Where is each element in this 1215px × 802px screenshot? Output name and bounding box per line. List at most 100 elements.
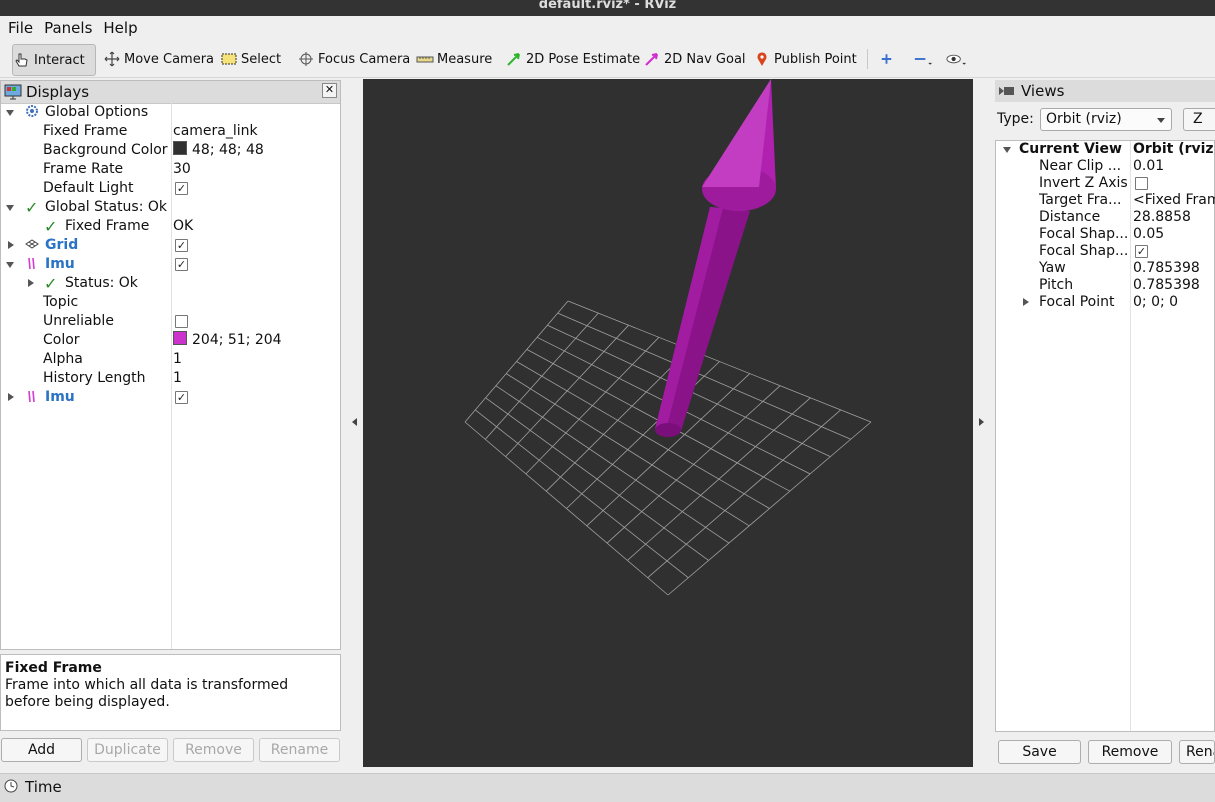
- measure-tool-button[interactable]: Measure: [416, 44, 492, 74]
- focus-camera-tool-button[interactable]: Focus Camera: [297, 44, 410, 74]
- add-display-button[interactable]: Add: [1, 738, 82, 762]
- history-length-value[interactable]: 1: [173, 369, 182, 388]
- tree-row-current-view[interactable]: Current View Orbit (rviz): [996, 141, 1215, 158]
- background-color-text: 48; 48; 48: [192, 142, 264, 158]
- select-tool-button[interactable]: Select: [220, 44, 281, 74]
- tree-row-distance[interactable]: Distance 28.8858: [996, 209, 1214, 226]
- color-value[interactable]: 204; 51; 204: [173, 331, 282, 350]
- unreliable-checkbox[interactable]: [175, 315, 188, 328]
- expand-arrow-icon[interactable]: [6, 110, 14, 116]
- plus-icon: [881, 54, 892, 64]
- alpha-value[interactable]: 1: [173, 350, 182, 369]
- tree-row-imu-status[interactable]: ✓ Status: Ok: [1, 274, 340, 293]
- tree-row-imu-2[interactable]: Imu ✓: [1, 388, 340, 407]
- remove-tool-button[interactable]: [912, 44, 936, 74]
- tree-row-alpha[interactable]: Alpha 1: [1, 350, 340, 369]
- distance-value[interactable]: 28.8858: [1133, 209, 1191, 226]
- tree-row-global-options[interactable]: Global Options: [1, 103, 340, 122]
- move-camera-label: Move Camera: [124, 51, 215, 67]
- duplicate-display-button[interactable]: Duplicate: [87, 738, 168, 762]
- publish-point-tool-button[interactable]: Publish Point: [753, 44, 857, 74]
- focal-shape-fixed-checkbox[interactable]: ✓: [1135, 245, 1148, 258]
- focal-point-label: Focal Point: [1039, 294, 1115, 310]
- tree-row-focal-shape-fixed[interactable]: Focal Shap... ✓: [996, 243, 1214, 260]
- tree-row-history-length[interactable]: History Length 1: [1, 369, 340, 388]
- rename-view-button[interactable]: Rename: [1179, 740, 1215, 764]
- tree-row-target-frame[interactable]: Target Fra... <Fixed Frame>: [996, 192, 1215, 209]
- pose-estimate-tool-button[interactable]: 2D Pose Estimate: [505, 44, 640, 74]
- tree-row-grid[interactable]: Grid ✓: [1, 236, 340, 255]
- close-panel-icon[interactable]: ✕: [322, 83, 337, 98]
- tree-row-topic[interactable]: Topic: [1, 293, 340, 312]
- near-clip-label: Near Clip ...: [1039, 158, 1122, 174]
- menu-file[interactable]: File: [8, 16, 33, 40]
- focal-shape-size-value[interactable]: 0.05: [1133, 226, 1164, 243]
- expand-arrow-icon[interactable]: [1003, 147, 1011, 153]
- tree-row-near-clip[interactable]: Near Clip ... 0.01: [996, 158, 1214, 175]
- render-viewport[interactable]: [363, 79, 973, 767]
- invert-z-checkbox[interactable]: [1135, 177, 1148, 190]
- menu-panels[interactable]: Panels: [44, 16, 92, 40]
- chevron-down-icon: [1157, 118, 1165, 123]
- default-light-checkbox[interactable]: ✓: [175, 182, 188, 195]
- add-tool-button[interactable]: [878, 44, 898, 74]
- fixed-frame-value[interactable]: camera_link: [173, 122, 258, 141]
- focal-point-value[interactable]: 0; 0; 0: [1133, 294, 1178, 311]
- alpha-label: Alpha: [43, 351, 83, 367]
- tree-row-default-light[interactable]: Default Light ✓: [1, 179, 340, 198]
- remove-view-button[interactable]: Remove: [1088, 740, 1172, 764]
- target-frame-value[interactable]: <Fixed Frame>: [1133, 192, 1215, 209]
- imu-2-checkbox[interactable]: ✓: [175, 391, 188, 404]
- focal-shape-fixed-label: Focal Shap...: [1039, 243, 1129, 259]
- remove-display-button[interactable]: Remove: [173, 738, 254, 762]
- tree-row-focal-point[interactable]: Focal Point 0; 0; 0: [996, 294, 1214, 311]
- time-label: Time: [25, 778, 62, 796]
- hand-pointer-icon: [15, 53, 28, 67]
- tree-row-focal-shape-size[interactable]: Focal Shap... 0.05: [996, 226, 1214, 243]
- collapse-arrow-icon[interactable]: [8, 393, 14, 401]
- pose-estimate-label: 2D Pose Estimate: [526, 51, 641, 67]
- collapse-left-arrow-icon[interactable]: [352, 418, 357, 426]
- save-view-button[interactable]: Save: [998, 740, 1081, 764]
- expand-arrow-icon[interactable]: [6, 262, 14, 268]
- select-label: Select: [241, 51, 282, 67]
- tree-row-global-status[interactable]: ✓ Global Status: Ok: [1, 198, 340, 217]
- imu-checkbox[interactable]: ✓: [175, 258, 188, 271]
- tree-row-unreliable[interactable]: Unreliable: [1, 312, 340, 331]
- imu-2-label: Imu: [45, 389, 75, 405]
- tree-row-yaw[interactable]: Yaw 0.785398: [996, 260, 1214, 277]
- expand-arrow-icon[interactable]: [6, 205, 14, 211]
- frame-rate-value[interactable]: 30: [173, 160, 191, 179]
- collapse-arrow-icon[interactable]: [1023, 298, 1029, 306]
- zero-button[interactable]: Z: [1183, 108, 1215, 131]
- nav-goal-tool-button[interactable]: 2D Nav Goal: [643, 44, 746, 74]
- grid-label: Grid: [45, 237, 79, 253]
- panels-visibility-button[interactable]: [945, 44, 971, 74]
- color-swatch: [173, 141, 187, 155]
- menu-help[interactable]: Help: [103, 16, 137, 40]
- tree-row-background-color[interactable]: Background Color 48; 48; 48: [1, 141, 340, 160]
- pitch-value[interactable]: 0.785398: [1133, 277, 1200, 294]
- grid-checkbox[interactable]: ✓: [175, 239, 188, 252]
- fixed-frame-label: Fixed Frame: [43, 123, 128, 139]
- rename-display-button[interactable]: Rename: [259, 738, 340, 762]
- view-type-dropdown[interactable]: Orbit (rviz): [1040, 108, 1172, 131]
- measure-label: Measure: [437, 51, 493, 67]
- collapse-right-arrow-icon[interactable]: [979, 418, 984, 426]
- collapse-arrow-icon[interactable]: [28, 279, 34, 287]
- background-color-value[interactable]: 48; 48; 48: [173, 141, 264, 160]
- yaw-value[interactable]: 0.785398: [1133, 260, 1200, 277]
- tree-row-fixed-frame[interactable]: Fixed Frame camera_link: [1, 122, 340, 141]
- tree-row-color[interactable]: Color 204; 51; 204: [1, 331, 340, 350]
- tree-row-imu[interactable]: Imu ✓: [1, 255, 340, 274]
- status-fixed-frame-value: OK: [173, 218, 194, 234]
- 3d-scene[interactable]: [363, 79, 973, 767]
- near-clip-value[interactable]: 0.01: [1133, 158, 1164, 175]
- interact-tool-button[interactable]: Interact: [12, 44, 96, 76]
- tree-row-invert-z[interactable]: Invert Z Axis: [996, 175, 1214, 192]
- tree-row-pitch[interactable]: Pitch 0.785398: [996, 277, 1214, 294]
- tree-row-frame-rate[interactable]: Frame Rate 30: [1, 160, 340, 179]
- move-camera-tool-button[interactable]: Move Camera: [103, 44, 214, 74]
- tree-row-status-fixed-frame[interactable]: ✓ Fixed Frame OK: [1, 217, 340, 236]
- collapse-arrow-icon[interactable]: [8, 241, 14, 249]
